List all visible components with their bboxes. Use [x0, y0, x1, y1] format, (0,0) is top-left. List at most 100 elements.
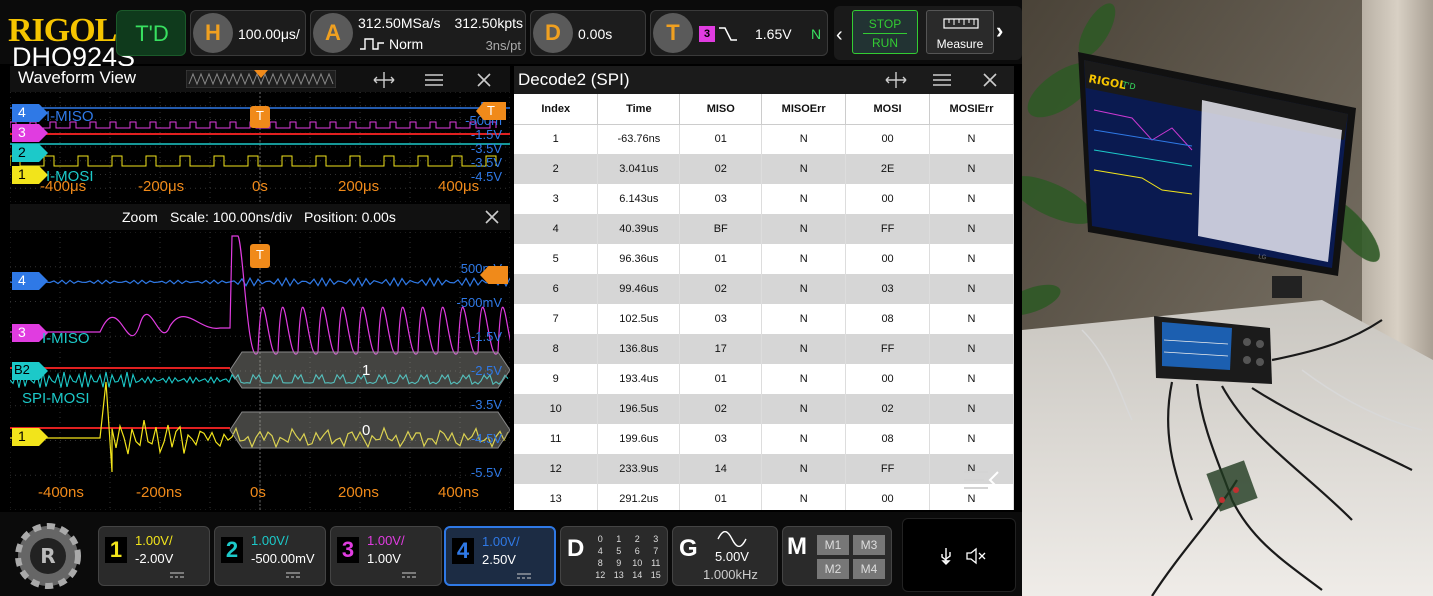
home-gear-button[interactable]: R [8, 518, 88, 594]
table-cell: FF [845, 454, 931, 484]
table-cell: 13 [514, 484, 599, 510]
column-header-misoerr[interactable]: MISOErr [761, 94, 847, 125]
trigger-mode-button[interactable]: T'D [116, 10, 186, 56]
time-tick: -400μs [40, 178, 87, 195]
measure-button[interactable]: Measure [926, 10, 994, 54]
table-row[interactable]: 13 291.2us 01 N 00 N [514, 484, 1014, 510]
column-header-time[interactable]: Time [597, 94, 681, 125]
table-cell: FF [845, 334, 931, 364]
horizontal-button[interactable]: H 100.00μs/ [190, 10, 306, 56]
channel-1-box[interactable]: 1 1.00V/ -2.00V [98, 526, 210, 586]
table-cell: 4 [514, 214, 599, 244]
math-m1-button[interactable]: M1 [817, 535, 849, 555]
column-header-mosierr[interactable]: MOSIErr [929, 94, 1014, 125]
table-cell: 12 [514, 454, 599, 484]
table-cell: 00 [845, 364, 931, 394]
table-cell: 01 [679, 124, 763, 154]
table-cell: N [761, 304, 847, 334]
zoom-close-icon[interactable] [484, 209, 500, 225]
table-row[interactable]: 5 96.36us 01 N 00 N [514, 244, 1014, 274]
digital-channel-index: 14 [632, 570, 643, 580]
table-cell: 08 [845, 304, 931, 334]
digital-channel-index: 11 [651, 558, 661, 568]
time-tick: 200μs [338, 178, 380, 195]
digital-channel-index: 15 [650, 570, 661, 580]
generator-amplitude: 5.00V [715, 549, 749, 564]
zoom-waveform-grid[interactable] [10, 232, 510, 510]
acquire-mode: Norm [389, 36, 424, 52]
close-icon[interactable] [982, 72, 998, 88]
table-cell: 02 [845, 394, 931, 424]
table-row[interactable]: 11 199.6us 03 N 08 N [514, 424, 1014, 454]
table-row[interactable]: 7 102.5us 03 N 08 N [514, 304, 1014, 334]
generator-box[interactable]: G 5.00V 1.000kHz [672, 526, 778, 586]
table-cell: BF [679, 214, 763, 244]
trigger-source-badge: 3 [699, 26, 715, 42]
usb-icon[interactable] [939, 547, 953, 567]
table-row[interactable]: 2 3.041us 02 N 2E N [514, 154, 1014, 184]
table-cell: 08 [845, 424, 931, 454]
zoom-label-miso: I-MISO [42, 330, 90, 347]
table-row[interactable]: 12 233.9us 14 N FF N [514, 454, 1014, 484]
digital-box[interactable]: D 0 1 2 3 4 5 6 7 8 9 10 11 12 13 14 15 [560, 526, 668, 586]
table-row[interactable]: 1 -63.76ns 01 N 00 N [514, 124, 1014, 154]
memory-overview-strip[interactable] [186, 70, 336, 88]
drag-hand-icon[interactable] [882, 71, 910, 89]
column-header-index[interactable]: Index [514, 94, 599, 125]
decode-panel[interactable]: Decode2 (SPI) Index Time MISO MISOErr MOSI MO… [514, 66, 1014, 510]
table-cell: 00 [845, 184, 931, 214]
chevron-left-icon[interactable]: ‹ [836, 24, 843, 47]
table-cell: N [761, 454, 847, 484]
speaker-mute-icon[interactable] [965, 547, 987, 565]
math-m3-button[interactable]: M3 [853, 535, 885, 555]
table-cell: 01 [679, 364, 763, 394]
digital-channel-index: 4 [597, 546, 603, 556]
table-row[interactable]: 9 193.4us 01 N 00 N [514, 364, 1014, 394]
acquire-button[interactable]: A 312.50MSa/s 312.50kpts Norm 3ns/pt [310, 10, 526, 56]
chevron-right-icon[interactable]: › [996, 18, 1003, 44]
channel-number: 2 [221, 537, 243, 563]
delay-button[interactable]: D 0.00s [530, 10, 646, 56]
table-cell: 17 [679, 334, 763, 364]
menu-icon[interactable] [424, 73, 444, 87]
digital-channel-index: 3 [653, 534, 659, 544]
collapse-menu-icon[interactable] [962, 466, 1002, 496]
scale-label: -1.5V [470, 329, 502, 344]
zoom-label: Zoom [122, 209, 158, 225]
scale-label: -3.5V [470, 155, 502, 170]
table-row[interactable]: 6 99.46us 02 N 03 N [514, 274, 1014, 304]
math-m2-button[interactable]: M2 [817, 559, 849, 579]
close-icon[interactable] [476, 72, 492, 88]
column-header-mosi[interactable]: MOSI [845, 94, 931, 125]
table-row[interactable]: 3 6.143us 03 N 00 N [514, 184, 1014, 214]
table-cell: 03 [679, 424, 763, 454]
channel-4-box[interactable]: 4 1.00V/2.50V [444, 526, 556, 586]
digital-channel-index: 12 [595, 570, 606, 580]
drag-hand-icon[interactable] [370, 71, 398, 89]
zoom-position: Position: 0.00s [304, 209, 396, 225]
zoom-bar: Zoom Scale: 100.00ns/div Position: 0.00s [10, 204, 510, 230]
trigger-button[interactable]: T 3 1.65V N [650, 10, 828, 56]
table-row[interactable]: 8 136.8us 17 N FF N [514, 334, 1014, 364]
table-cell: 291.2us [597, 484, 681, 510]
waveform-view[interactable]: Waveform View 4 3 2 1 I-MISO I-MOSI 500 … [10, 66, 510, 510]
channel-2-box[interactable]: 2 1.00V/ -500.00mV [214, 526, 326, 586]
run-stop-button[interactable]: STOP RUN [852, 10, 918, 54]
channel-3-box[interactable]: 3 1.00V/1.00V [330, 526, 442, 586]
waveform-title: Waveform View [18, 68, 137, 87]
zoom-trigger-marker[interactable]: T [250, 244, 270, 268]
table-cell: 99.46us [597, 274, 681, 304]
math-box[interactable]: M M1 M3 M2 M4 [782, 526, 892, 586]
column-header-miso[interactable]: MISO [679, 94, 763, 125]
menu-icon[interactable] [932, 73, 952, 87]
measure-label: Measure [936, 37, 984, 51]
channel-offset: 2.50V [482, 552, 516, 567]
math-m4-button[interactable]: M4 [853, 559, 885, 579]
table-cell: 9 [514, 364, 599, 394]
table-cell: 2E [845, 154, 931, 184]
digital-channel-index: 1 [616, 534, 622, 544]
table-row[interactable]: 4 40.39us BF N FF N [514, 214, 1014, 244]
trigger-position-marker[interactable]: T [250, 106, 270, 128]
channel-number: 4 [452, 538, 474, 564]
table-row[interactable]: 10 196.5us 02 N 02 N [514, 394, 1014, 424]
